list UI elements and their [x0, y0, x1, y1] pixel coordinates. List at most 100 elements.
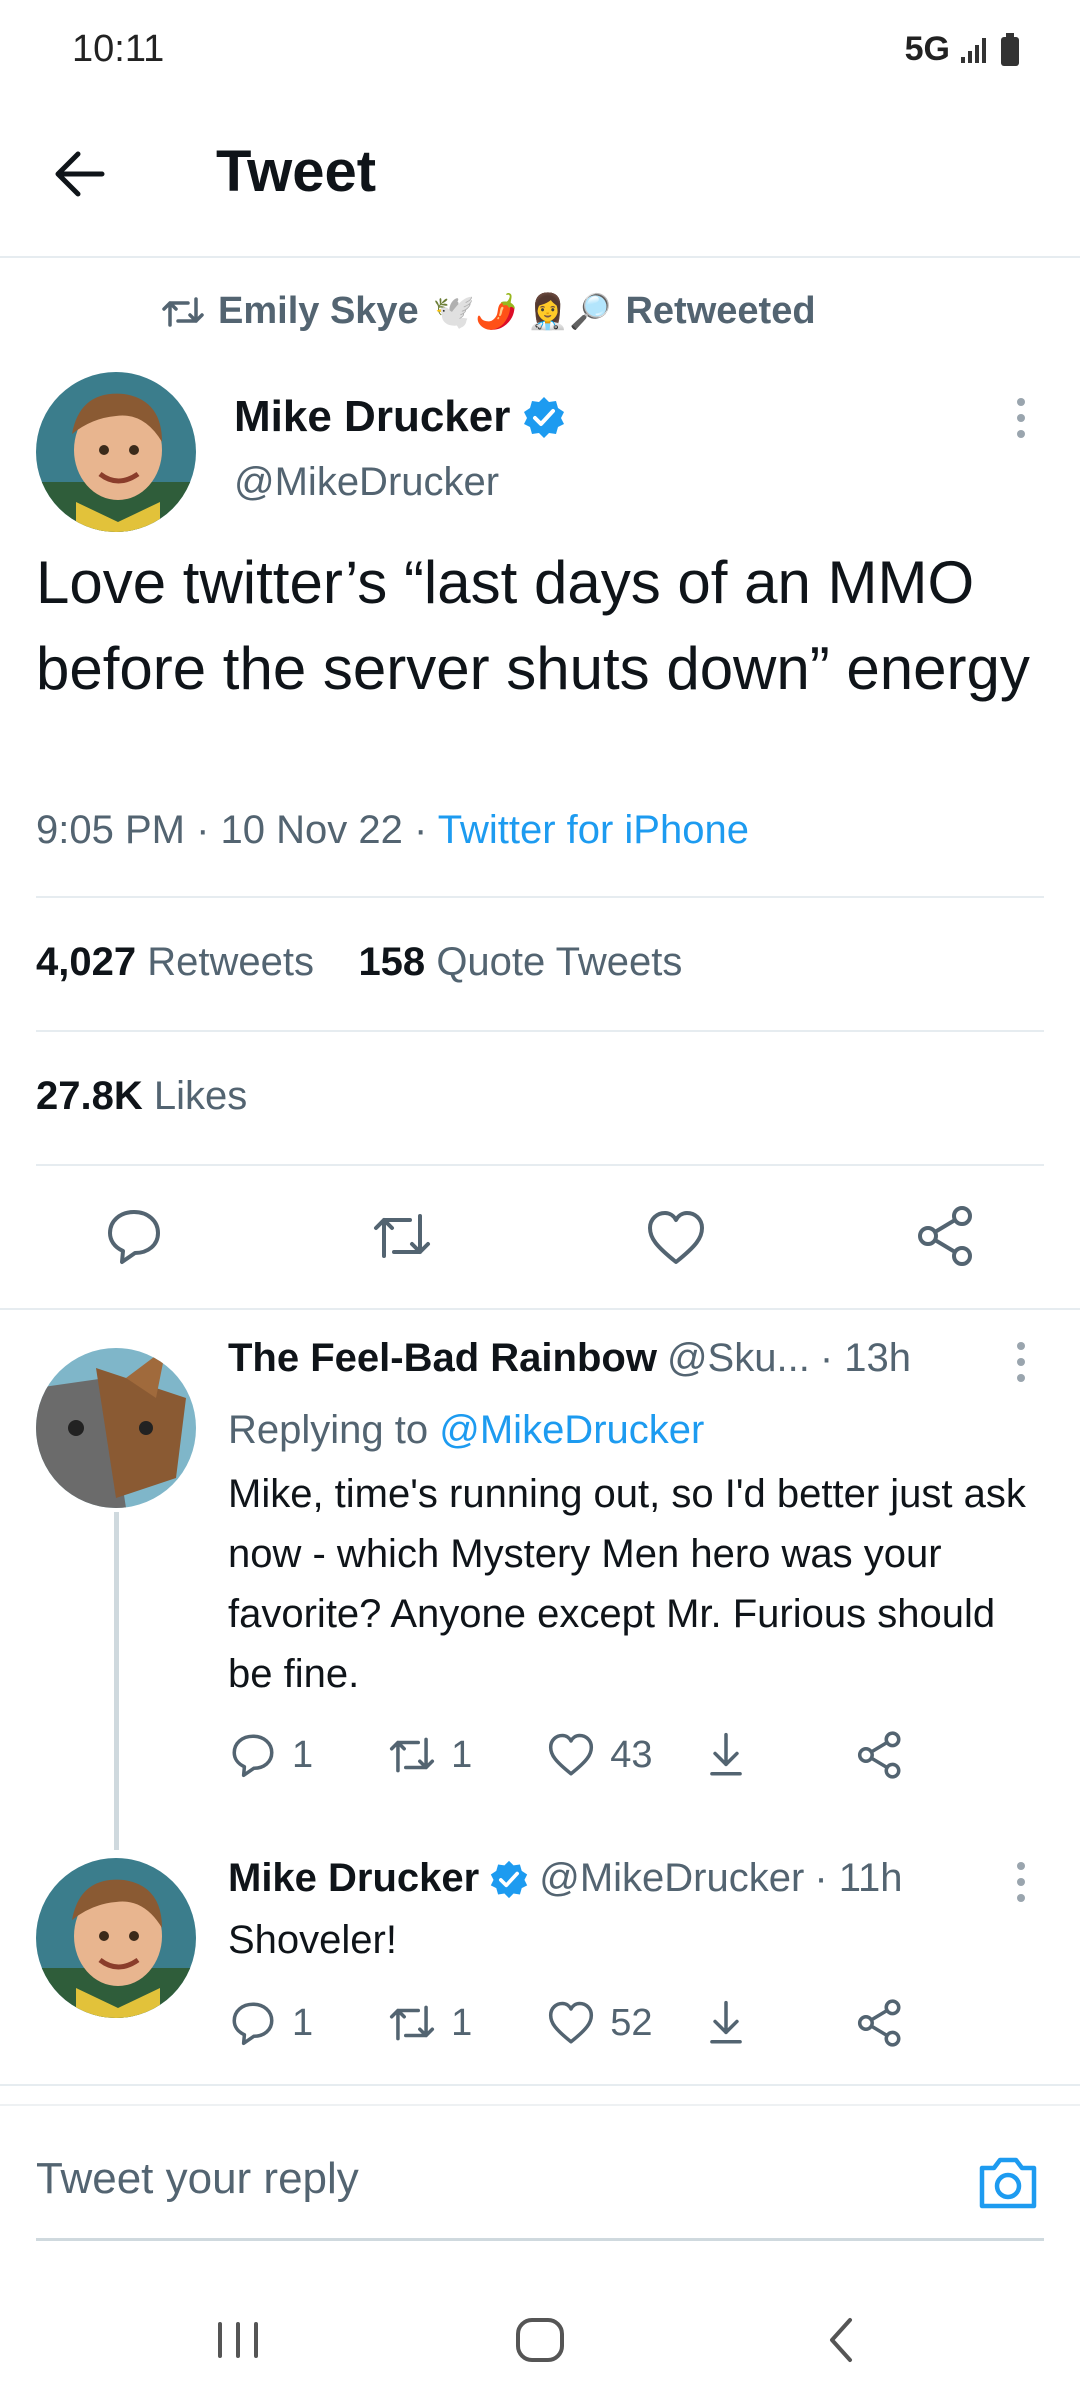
- tweet-text: Love twitter’s “last days of an MMO befo…: [36, 549, 1030, 702]
- share-button[interactable]: [914, 1204, 978, 1268]
- retweet-icon: [390, 2005, 435, 2041]
- retweeter-name: Emily Skye: [218, 290, 419, 332]
- reply-header[interactable]: Mike Drucker @MikeDrucker · 11h: [228, 1856, 903, 1901]
- retweet-context[interactable]: Emily Skye 🕊️🌶️ 👩‍⚕️🔎 Retweeted: [162, 290, 816, 333]
- reply-reply-button[interactable]: 1: [228, 1998, 313, 2048]
- like-button[interactable]: [644, 1206, 708, 1270]
- more-vertical-icon: [1017, 1342, 1025, 1382]
- tweet-more-button[interactable]: [1006, 390, 1036, 450]
- meta-separator: ·: [196, 808, 221, 852]
- reply-retweet-button[interactable]: 1: [387, 1730, 472, 1780]
- tweet-time: 9:05 PM: [36, 808, 185, 852]
- replies-divider: [0, 2084, 1080, 2086]
- retweets-count: 4,027: [36, 940, 137, 984]
- reply-avatar[interactable]: [36, 1858, 196, 2018]
- likes-label: Likes: [153, 1074, 248, 1118]
- reply-actions: 1 1 52: [228, 1998, 905, 2048]
- back-nav-button[interactable]: [802, 2300, 882, 2380]
- reply-input[interactable]: Tweet your reply: [36, 2154, 359, 2204]
- reply-text: Shoveler!: [228, 1918, 397, 1962]
- reply-more-button[interactable]: [1006, 1334, 1036, 1394]
- retweeter-emojis: 🕊️🌶️ 👩‍⚕️🔎: [432, 292, 612, 331]
- home-button[interactable]: [500, 2300, 580, 2380]
- tweet-source-link[interactable]: Twitter for iPhone: [438, 808, 749, 852]
- like-count: 43: [610, 1733, 653, 1776]
- reply-actions: 1 1 43: [228, 1730, 905, 1780]
- avatar-image: [36, 1858, 196, 2018]
- status-time: 10:11: [72, 28, 165, 70]
- share-icon: [857, 1999, 901, 2047]
- reply-time: · 13h: [819, 1336, 911, 1380]
- heart-icon: [549, 2001, 594, 2044]
- share-icon: [857, 1731, 901, 1779]
- reply-author-name: Mike Drucker: [228, 1856, 480, 1900]
- reply-author-name: The Feel-Bad Rainbow: [228, 1336, 657, 1380]
- reply-retweet-button[interactable]: 1: [387, 1998, 472, 2048]
- quotes-stat[interactable]: 158 Quote Tweets: [358, 940, 682, 984]
- reply-icon: [232, 1734, 274, 1778]
- camera-button[interactable]: [976, 2152, 1040, 2212]
- retweets-stat[interactable]: 4,027 Retweets: [36, 940, 314, 984]
- network-label: 5G: [904, 30, 950, 68]
- retweets-label: Retweets: [147, 940, 314, 984]
- camera-icon: [979, 2157, 1037, 2209]
- reply-download-button[interactable]: [701, 1730, 751, 1780]
- author-name-row[interactable]: Mike Drucker: [234, 392, 566, 442]
- reply-author-handle: @MikeDrucker: [539, 1856, 805, 1900]
- quotes-count: 158: [358, 940, 426, 984]
- download-icon: [709, 2000, 742, 2044]
- reply-download-button[interactable]: [701, 1998, 751, 2048]
- header-divider: [0, 256, 1080, 258]
- reply-like-button[interactable]: 52: [546, 1998, 653, 2048]
- retweet-count: 1: [451, 2001, 473, 2044]
- reply-count: 1: [292, 1733, 314, 1776]
- recent-apps-button[interactable]: [198, 2300, 278, 2380]
- tweet-meta: 9:05 PM · 10 Nov 22 · Twitter for iPhone: [36, 808, 749, 853]
- avatar-image: [36, 1348, 196, 1508]
- reply-icon: [232, 2002, 274, 2046]
- chevron-left-icon: [830, 2318, 852, 2362]
- verified-badge-icon: [491, 1860, 528, 1898]
- stats-divider: [36, 1030, 1044, 1032]
- reply-avatar[interactable]: [36, 1348, 196, 1508]
- author-name: Mike Drucker: [234, 392, 511, 441]
- retweet-icon: [374, 1214, 430, 1258]
- actions-divider: [0, 1308, 1080, 1310]
- likes-divider: [36, 1164, 1044, 1166]
- retweeted-label: Retweeted: [625, 290, 816, 332]
- avatar-image: [36, 372, 196, 532]
- heart-icon: [549, 1733, 594, 1776]
- verified-badge-icon: [524, 397, 565, 438]
- retweet-button[interactable]: [370, 1204, 434, 1268]
- reply-time: · 11h: [814, 1856, 903, 1900]
- replying-to-label: Replying to: [228, 1408, 429, 1452]
- page-title: Tweet: [216, 139, 377, 204]
- reply-header[interactable]: The Feel-Bad Rainbow @Sku... · 13h: [228, 1336, 911, 1381]
- reply-share-button[interactable]: [855, 1730, 905, 1780]
- heart-icon: [648, 1211, 704, 1264]
- author-avatar[interactable]: [36, 372, 196, 532]
- reply-icon: [108, 1210, 160, 1264]
- composer-divider: [0, 2104, 1080, 2106]
- reply-share-button[interactable]: [855, 1998, 905, 2048]
- retweet-icon: [390, 1737, 435, 1773]
- reply-button[interactable]: [102, 1204, 166, 1268]
- reply-count: 1: [292, 2001, 314, 2044]
- signal-icon: [961, 37, 986, 63]
- reply-like-button[interactable]: 43: [546, 1730, 653, 1780]
- reply-more-button[interactable]: [1006, 1854, 1036, 1914]
- replying-to: Replying to @MikeDrucker: [228, 1400, 1028, 1460]
- more-vertical-icon: [1017, 1862, 1025, 1902]
- tweet-date: 10 Nov 22: [220, 808, 403, 852]
- like-count: 52: [610, 2001, 653, 2044]
- more-vertical-icon: [1017, 398, 1025, 438]
- back-button[interactable]: [48, 142, 124, 206]
- share-icon: [918, 1206, 972, 1266]
- replying-to-handle[interactable]: @MikeDrucker: [439, 1408, 704, 1452]
- author-handle: @MikeDrucker: [234, 460, 500, 504]
- likes-stat[interactable]: 27.8K Likes: [36, 1074, 247, 1119]
- engagement-stats: 4,027 Retweets 158 Quote Tweets: [36, 940, 682, 985]
- reply-text: Mike, time's running out, so I'd better …: [228, 1472, 1026, 1696]
- reply-reply-button[interactable]: 1: [228, 1730, 313, 1780]
- reply-author-handle: @Sku...: [666, 1336, 810, 1380]
